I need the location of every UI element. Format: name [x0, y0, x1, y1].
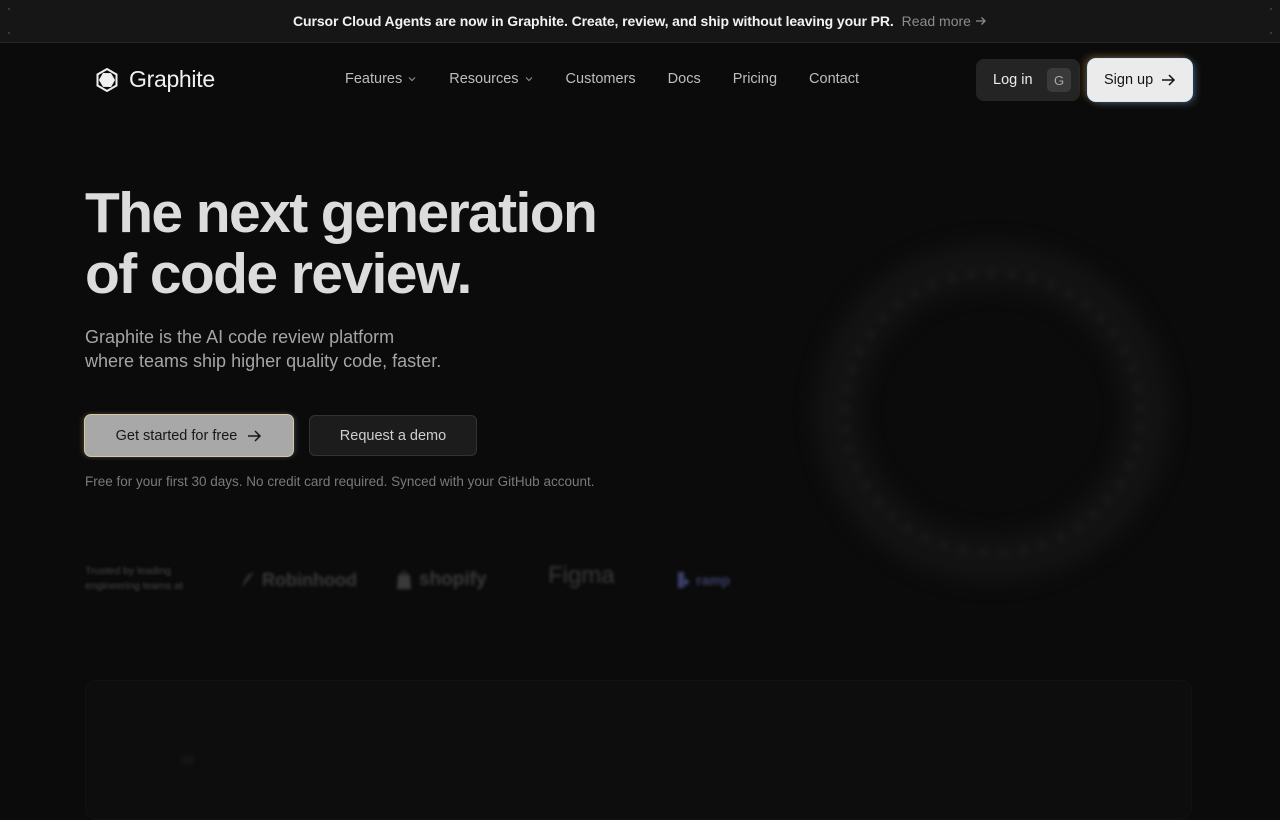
top-nav: Graphite Features Resources Customers Do… [0, 43, 1280, 118]
get-started-button[interactable]: Get started for free [85, 415, 293, 456]
corner-dot [8, 32, 10, 34]
corner-dot [1270, 32, 1272, 34]
hero-title-line: The next generation [85, 181, 598, 245]
shopify-wordmark: shopify [419, 569, 487, 590]
nav-contact[interactable]: Contact [809, 71, 859, 87]
nav-pricing[interactable]: Pricing [733, 71, 777, 87]
decorative-ring-dots [840, 268, 1145, 558]
nav-docs[interactable]: Docs [668, 71, 701, 87]
graphite-logo-icon [96, 67, 118, 92]
nav-resources-label: Resources [449, 71, 519, 87]
corner-dot [8, 8, 10, 10]
request-demo-button[interactable]: Request a demo [309, 415, 477, 456]
nav-customers[interactable]: Customers [566, 71, 636, 87]
arrow-right-icon [1162, 74, 1176, 86]
product-preview-panel [85, 680, 1192, 820]
hero-title: The next generation of code review. [85, 183, 705, 305]
ramp-logo: ramp [676, 568, 730, 592]
chevron-down-icon [525, 77, 532, 82]
chevron-down-icon [408, 77, 416, 82]
read-more-label: Read more [901, 13, 971, 29]
feather-icon [242, 572, 254, 588]
figma-wordmark: Figma [548, 562, 615, 589]
arrow-right-icon [975, 17, 986, 25]
robinhood-logo: Robinhood [240, 568, 357, 592]
nav-features-label: Features [345, 71, 403, 87]
get-started-label: Get started for free [115, 427, 238, 444]
announcement-text: Cursor Cloud Agents are now in Graphite.… [293, 13, 894, 29]
signup-label: Sign up [1104, 72, 1154, 88]
login-button[interactable]: Log in G [976, 59, 1080, 101]
brand-name: Graphite [129, 66, 215, 92]
fine-print: Free for your first 30 days. No credit c… [85, 474, 595, 489]
arrow-right-icon [248, 429, 262, 442]
signup-button[interactable]: Sign up [1088, 59, 1192, 101]
trusted-by-line: engineering teams at [85, 580, 184, 592]
nav-features[interactable]: Features [345, 71, 417, 87]
read-more-link[interactable]: Read more [902, 13, 987, 29]
hero-subtitle-line: where teams ship higher quality code, fa… [85, 351, 442, 371]
figma-logo: Figma [548, 562, 615, 589]
nav-links: Features Resources Customers Docs Pricin… [345, 71, 859, 87]
trusted-by-label: Trusted by leading engineering teams at [85, 564, 205, 594]
shopify-logo: shopify [395, 568, 487, 592]
announcement-bar: Cursor Cloud Agents are now in Graphite.… [0, 0, 1280, 43]
robinhood-wordmark: Robinhood [262, 569, 357, 590]
shopping-bag-icon [397, 571, 411, 589]
hero-subtitle: Graphite is the AI code review platform … [85, 325, 485, 373]
corner-dot [1270, 8, 1272, 10]
login-label: Log in [993, 72, 1033, 88]
preview-detail [180, 755, 194, 765]
hero-subtitle-line: Graphite is the AI code review platform [85, 327, 395, 347]
keyboard-shortcut-badge: G [1047, 68, 1071, 92]
ramp-wordmark: ramp [696, 572, 731, 588]
nav-resources[interactable]: Resources [449, 71, 533, 87]
ramp-mark-icon [678, 572, 689, 588]
trusted-by-line: Trusted by leading [85, 565, 171, 577]
brand-logo[interactable]: Graphite [95, 66, 215, 93]
hero-title-line: of code review. [85, 242, 472, 306]
